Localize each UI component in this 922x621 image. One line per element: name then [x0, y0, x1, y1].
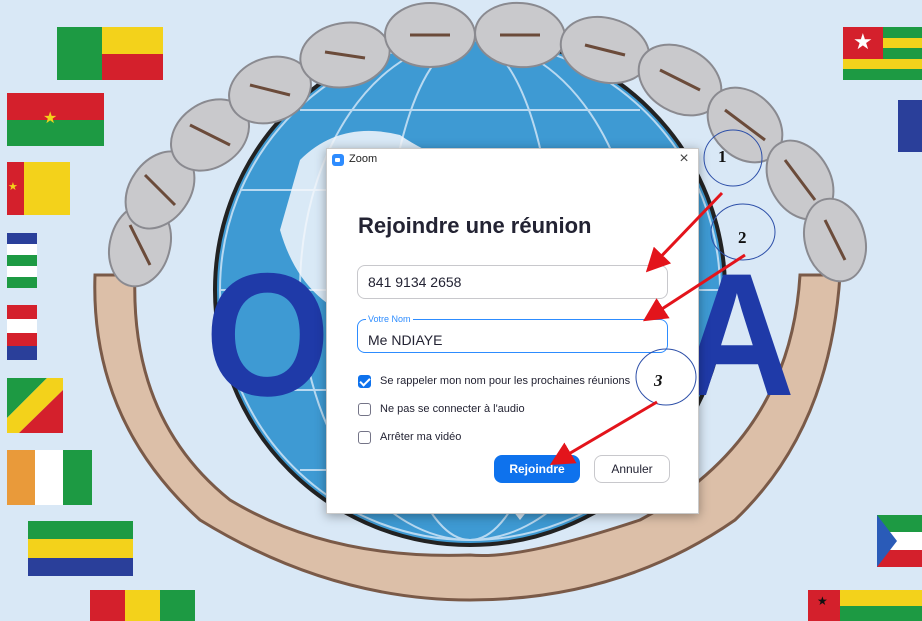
flag-equatorial-guinea [877, 515, 922, 567]
flag-cameroon: ★ [7, 162, 70, 215]
flag-partial-right [898, 100, 922, 152]
close-icon[interactable]: × [676, 150, 692, 168]
step-3-number: 3 [654, 371, 663, 390]
meeting-id-input[interactable] [368, 266, 648, 298]
zoom-join-dialog: Zoom × Rejoindre une réunion Votre Nom S… [326, 148, 699, 514]
flag-burkina-faso: ★ [7, 93, 104, 146]
flag-togo: ★ [843, 27, 922, 80]
flag-cote-divoire [7, 450, 92, 505]
flag-small-2 [7, 305, 37, 360]
meeting-id-field[interactable] [357, 265, 668, 299]
cancel-button[interactable]: Annuler [594, 455, 670, 483]
dialog-heading: Rejoindre une réunion [358, 213, 592, 238]
join-button[interactable]: Rejoindre [494, 455, 580, 483]
stop-video-option[interactable]: Arrêter ma vidéo [358, 429, 461, 445]
flag-gabon [28, 521, 133, 576]
no-audio-checkbox[interactable] [358, 402, 371, 416]
remember-name-option[interactable]: Se rappeler mon nom pour les prochaines … [358, 373, 630, 389]
title-bar: Zoom × [327, 149, 698, 171]
flag-guinea-bissau: ★ [808, 590, 922, 621]
flag-small-1 [7, 233, 37, 288]
no-audio-label: Ne pas se connecter à l'audio [380, 403, 525, 415]
no-audio-option[interactable]: Ne pas se connecter à l'audio [358, 401, 525, 417]
stop-video-label: Arrêter ma vidéo [380, 431, 462, 443]
window-title: Zoom [349, 153, 378, 165]
zoom-icon [332, 154, 344, 166]
flag-guinea [90, 590, 195, 621]
remember-name-label: Se rappeler mon nom pour les prochaines … [380, 375, 631, 387]
remember-name-checkbox[interactable] [358, 374, 371, 388]
name-input[interactable] [368, 324, 648, 356]
name-field[interactable]: Votre Nom [357, 313, 668, 356]
step-1-number: 1 [718, 147, 727, 166]
stop-video-checkbox[interactable] [358, 430, 371, 444]
flag-congo [7, 378, 63, 433]
step-2-number: 2 [738, 228, 747, 247]
flag-benin [57, 27, 163, 80]
